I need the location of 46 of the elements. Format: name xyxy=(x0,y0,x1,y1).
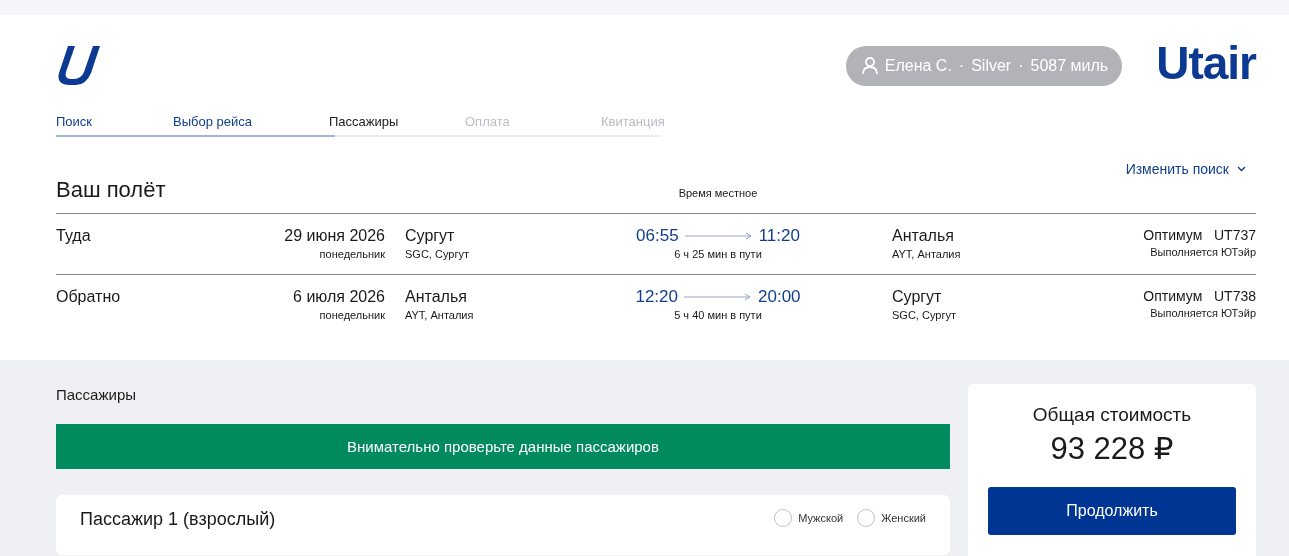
section-title: Ваш полёт xyxy=(56,177,167,204)
fare-name: Оптимум xyxy=(1143,288,1203,304)
chevron-down-icon xyxy=(1237,166,1246,172)
fare-name: Оптимум xyxy=(1143,227,1203,243)
logo-icon xyxy=(56,45,100,87)
total-price: 93 228 ₽ xyxy=(1049,430,1175,467)
step-tab[interactable]: Поиск xyxy=(56,114,173,135)
flight-duration: 5 ч 40 мин в пути xyxy=(673,308,763,323)
departure-time: 12:20 xyxy=(635,287,678,307)
gender-radio[interactable]: Женский xyxy=(857,509,926,527)
weekday-label: понедельник xyxy=(318,308,385,323)
step-tab[interactable]: Выбор рейса xyxy=(173,114,329,135)
passenger-title: Пассажир 1 (взрослый) xyxy=(80,509,276,531)
change-search-link[interactable]: Изменить поиск xyxy=(1125,161,1229,177)
continue-button[interactable]: Продолжить xyxy=(988,487,1236,535)
flight-number: UT738 xyxy=(1213,288,1256,304)
time-note: Время местное xyxy=(677,187,759,201)
operator-label: Выполняется ЮТэйр xyxy=(1149,245,1256,260)
departure-airport: AYT, Анталия xyxy=(405,308,475,323)
flight-number: UT737 xyxy=(1213,227,1256,243)
departure-airport: SGC, Сургут xyxy=(405,247,470,262)
departure-time: 06:55 xyxy=(636,226,679,246)
direction-label: Туда xyxy=(56,226,92,246)
operator-label: Выполняется ЮТэйр xyxy=(1149,306,1256,321)
departure-city: Сургут xyxy=(405,226,456,246)
arrival-airport: AYT, Анталия xyxy=(892,247,962,262)
flight-date: 29 июня 2026 xyxy=(283,226,385,246)
brand-logo: Utair xyxy=(1156,36,1256,90)
notice-banner: Внимательно проверьте данные пассажиров xyxy=(56,424,950,469)
flight-duration: 6 ч 25 мин в пути xyxy=(673,247,763,262)
weekday-label: понедельник xyxy=(318,247,385,262)
step-tab[interactable]: Пассажиры xyxy=(329,114,465,135)
direction-label: Обратно xyxy=(56,287,122,307)
departure-city: Анталья xyxy=(405,287,468,307)
arrival-time: 20:00 xyxy=(758,287,801,307)
user-icon xyxy=(861,57,878,75)
gender-radio[interactable]: Мужской xyxy=(774,509,844,527)
arrow-icon xyxy=(684,293,752,301)
flight-date: 6 июля 2026 xyxy=(292,287,385,307)
total-label: Общая стоимость xyxy=(1031,404,1193,426)
arrival-city: Сургут xyxy=(892,287,943,307)
arrival-airport: SGC, Сургут xyxy=(892,308,957,323)
arrow-icon xyxy=(684,232,753,240)
arrival-time: 11:20 xyxy=(758,226,800,246)
arrival-city: Анталья xyxy=(892,226,955,246)
passengers-title: Пассажиры xyxy=(56,386,137,403)
